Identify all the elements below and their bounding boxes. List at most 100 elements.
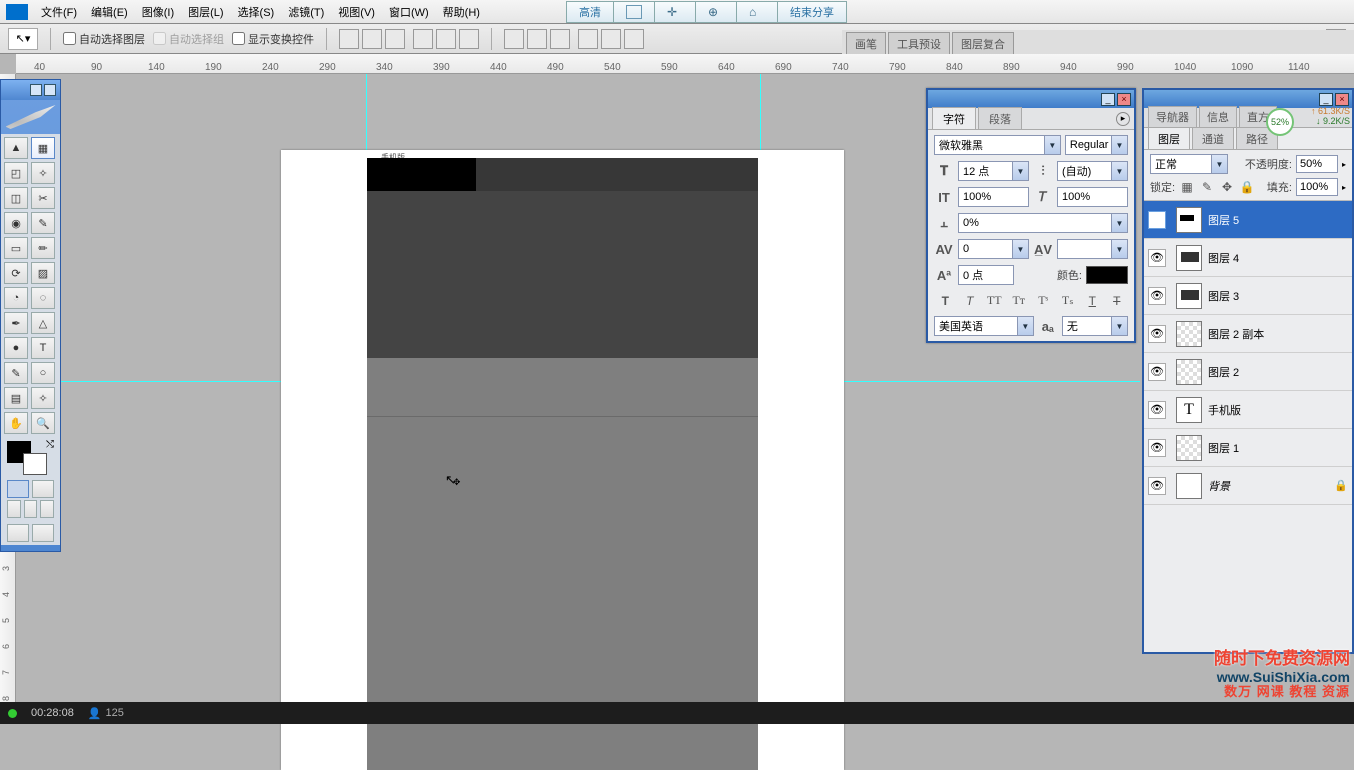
menu-image[interactable]: 图像(I): [135, 1, 181, 23]
tool-button[interactable]: ✏: [31, 237, 55, 259]
menu-filter[interactable]: 滤镜(T): [281, 1, 331, 23]
tool-button[interactable]: ✋: [4, 412, 28, 434]
layer-thumbnail[interactable]: [1176, 283, 1202, 309]
align-btn[interactable]: [362, 29, 382, 49]
tool-button[interactable]: ◰: [4, 162, 28, 184]
layer-row[interactable]: 👁 图层 5: [1144, 201, 1352, 239]
tool-button[interactable]: ●: [4, 337, 28, 359]
quickmask-mode-icon[interactable]: [32, 480, 54, 498]
toolbox-min-icon[interactable]: [30, 84, 42, 96]
tracking-select[interactable]: 0%▼: [958, 213, 1128, 233]
kerning2-select[interactable]: ▼: [1057, 239, 1128, 259]
layer-name[interactable]: 图层 4: [1208, 250, 1348, 266]
screen-mode-1-icon[interactable]: [7, 500, 21, 518]
align-btn[interactable]: [413, 29, 433, 49]
tab-paragraph[interactable]: 段落: [978, 107, 1022, 129]
language-select[interactable]: 美国英语▼: [934, 316, 1034, 336]
jump-to-icon[interactable]: [7, 524, 29, 542]
tool-button[interactable]: ▲: [4, 137, 28, 159]
menu-help[interactable]: 帮助(H): [436, 1, 487, 23]
layer-row[interactable]: 👁图层 2 副本: [1144, 315, 1352, 353]
tool-button[interactable]: ▨: [31, 262, 55, 284]
share-hd-button[interactable]: 高清: [566, 1, 614, 23]
layer-name[interactable]: 手机版: [1208, 402, 1348, 418]
tool-button[interactable]: ◔: [4, 287, 28, 309]
smallcaps-icon[interactable]: Tᴛ: [1011, 293, 1027, 308]
tool-button[interactable]: ✎: [4, 362, 28, 384]
distribute-btn[interactable]: [624, 29, 644, 49]
leading-select[interactable]: (自动)▼: [1057, 161, 1128, 181]
layer-name[interactable]: 图层 5: [1208, 212, 1348, 228]
layer-name[interactable]: 背景: [1208, 478, 1328, 494]
tab-channels[interactable]: 通道: [1192, 127, 1234, 149]
lock-all-icon[interactable]: 🔒: [1239, 180, 1255, 195]
character-panel-titlebar[interactable]: _ ×: [928, 90, 1134, 108]
tool-button[interactable]: ✧: [31, 162, 55, 184]
visibility-toggle-icon[interactable]: 👁: [1148, 287, 1166, 305]
screen-mode-2-icon[interactable]: [24, 500, 38, 518]
layer-thumbnail[interactable]: [1176, 245, 1202, 271]
layer-thumbnail[interactable]: T: [1176, 397, 1202, 423]
tool-button[interactable]: ✧: [31, 387, 55, 409]
tab-info[interactable]: 信息: [1199, 106, 1237, 127]
menu-layer[interactable]: 图层(L): [181, 1, 230, 23]
visibility-toggle-icon[interactable]: 👁: [1148, 211, 1166, 229]
auto-select-layer-check[interactable]: 自动选择图层: [63, 31, 145, 47]
tool-button[interactable]: ◉: [4, 212, 28, 234]
standard-mode-icon[interactable]: [7, 480, 29, 498]
menu-select[interactable]: 选择(S): [231, 1, 282, 23]
toolbox-close-icon[interactable]: [44, 84, 56, 96]
mini-tab-tool-presets[interactable]: 工具预设: [888, 32, 950, 55]
jump-arrow-icon[interactable]: [32, 524, 54, 542]
tool-button[interactable]: T: [31, 337, 55, 359]
vscale-input[interactable]: 100%: [958, 187, 1029, 207]
hscale-input[interactable]: 100%: [1057, 187, 1128, 207]
layer-row[interactable]: 👁 图层 4: [1144, 239, 1352, 277]
mini-tab-layer-comp[interactable]: 图层复合: [952, 32, 1014, 55]
layer-thumbnail[interactable]: [1176, 473, 1202, 499]
tool-button[interactable]: ✒: [4, 312, 28, 334]
visibility-toggle-icon[interactable]: 👁: [1148, 477, 1166, 495]
ruler-horizontal[interactable]: 4090140190240290340390440490540590640690…: [16, 54, 1354, 74]
layer-name[interactable]: 图层 1: [1208, 440, 1348, 456]
visibility-toggle-icon[interactable]: 👁: [1148, 249, 1166, 267]
panel-menu-icon[interactable]: ▸: [1116, 112, 1130, 126]
distribute-btn[interactable]: [504, 29, 524, 49]
tool-button[interactable]: ▦: [31, 137, 55, 159]
tool-button[interactable]: ▤: [4, 387, 28, 409]
swap-colors-icon[interactable]: ⤭: [46, 439, 54, 450]
layer-row[interactable]: 👁T手机版: [1144, 391, 1352, 429]
italic-icon[interactable]: T: [962, 293, 978, 308]
distribute-btn[interactable]: [527, 29, 547, 49]
distribute-btn[interactable]: [550, 29, 570, 49]
share-rect-button[interactable]: [613, 1, 655, 23]
layer-thumbnail[interactable]: [1176, 207, 1202, 233]
lock-transparent-icon[interactable]: ▦: [1179, 180, 1195, 195]
font-style-select[interactable]: Regular▼: [1065, 135, 1128, 155]
tool-button[interactable]: ○: [31, 362, 55, 384]
bold-icon[interactable]: T: [937, 293, 953, 308]
mini-tab-brush[interactable]: 画笔: [846, 32, 886, 55]
layer-name[interactable]: 图层 2: [1208, 364, 1348, 380]
toolbox-header[interactable]: [1, 80, 60, 100]
font-size-select[interactable]: 12 点▼: [958, 161, 1029, 181]
layer-name[interactable]: 图层 3: [1208, 288, 1348, 304]
layer-row[interactable]: 👁图层 2: [1144, 353, 1352, 391]
menu-edit[interactable]: 编辑(E): [84, 1, 135, 23]
menu-view[interactable]: 视图(V): [331, 1, 382, 23]
layer-row[interactable]: 👁 图层 1: [1144, 429, 1352, 467]
align-btn[interactable]: [436, 29, 456, 49]
text-color-swatch[interactable]: [1086, 266, 1128, 284]
blend-mode-select[interactable]: 正常▼: [1150, 154, 1228, 174]
layer-thumbnail[interactable]: [1176, 435, 1202, 461]
fill-input[interactable]: 100%: [1296, 178, 1338, 196]
layer-row[interactable]: 👁 图层 3: [1144, 277, 1352, 315]
tool-button[interactable]: △: [31, 312, 55, 334]
visibility-toggle-icon[interactable]: 👁: [1148, 439, 1166, 457]
align-btn[interactable]: [339, 29, 359, 49]
opacity-input[interactable]: 50%: [1296, 155, 1338, 173]
minimize-icon[interactable]: _: [1319, 93, 1333, 106]
share-home-button[interactable]: ⌂: [736, 1, 778, 23]
font-family-select[interactable]: 微软雅黑▼: [934, 135, 1061, 155]
antialias-select[interactable]: 无▼: [1062, 316, 1128, 336]
